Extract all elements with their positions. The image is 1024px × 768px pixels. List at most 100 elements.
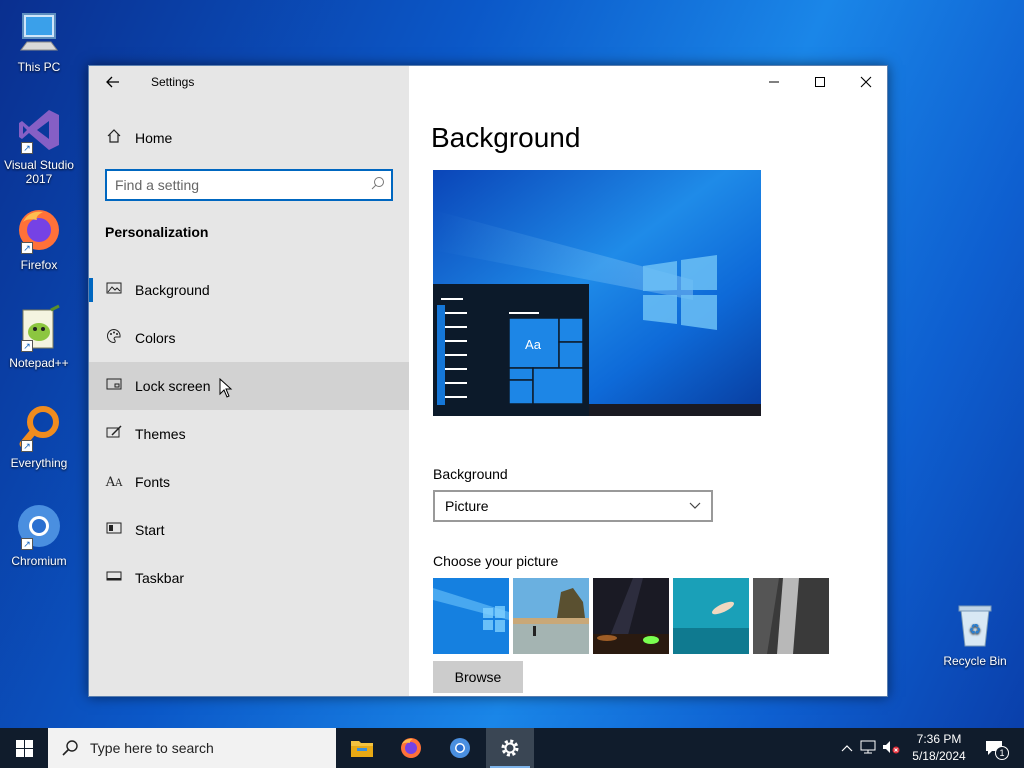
taskbar-file-explorer[interactable] [338, 728, 386, 768]
back-arrow-icon [106, 76, 119, 88]
home-label: Home [135, 130, 173, 146]
notepad-plus-plus-icon: ↗ [15, 304, 63, 352]
chevron-down-icon [689, 502, 701, 509]
thumbnail-beach-rocks[interactable] [513, 578, 589, 654]
desktop-icon-chromium[interactable]: ↗ Chromium [4, 502, 74, 568]
taskbar: Type here to search 7:36 PM 5/18/2024 1 [0, 728, 1024, 768]
volume-muted-icon[interactable] [880, 740, 902, 757]
folder-icon [351, 741, 373, 757]
dropdown-value: Picture [445, 498, 489, 514]
home-icon [89, 128, 135, 148]
sidebar-item-fonts[interactable]: AA Fonts [89, 458, 409, 506]
sidebar-item-label: Start [135, 522, 165, 538]
firefox-icon: ↗ [15, 206, 63, 254]
sidebar-item-start[interactable]: Start [89, 506, 409, 554]
sidebar-item-label: Lock screen [135, 378, 211, 394]
themes-icon [89, 424, 135, 444]
sidebar-item-background[interactable]: Background [89, 266, 409, 314]
section-title: Personalization [105, 224, 209, 240]
minimize-icon [769, 81, 779, 83]
shortcut-arrow-icon: ↗ [21, 242, 33, 254]
lock-screen-icon [89, 376, 135, 396]
shortcut-arrow-icon: ↗ [21, 142, 33, 154]
sidebar-item-label: Background [135, 282, 210, 298]
desktop-icon-label: Everything [10, 456, 68, 470]
settings-content: Background Aa Background Picture Choose … [409, 66, 889, 696]
thumbnail-windows-default[interactable] [433, 578, 509, 654]
sidebar-item-taskbar[interactable]: Taskbar [89, 554, 409, 602]
clock-date: 5/18/2024 [912, 749, 966, 763]
desktop-icon-visual-studio[interactable]: ↗ Visual Studio 2017 [4, 106, 74, 186]
taskbar-settings[interactable] [486, 728, 534, 768]
mouse-cursor-icon [219, 378, 233, 398]
browse-button[interactable]: Browse [433, 661, 523, 693]
taskbar-clock[interactable]: 7:36 PM 5/18/2024 [906, 731, 972, 765]
sidebar-item-colors[interactable]: Colors [89, 314, 409, 362]
shortcut-arrow-icon: ↗ [21, 340, 33, 352]
desktop-icon-label: Chromium [11, 554, 67, 568]
windows-logo-icon [15, 739, 33, 757]
palette-icon [89, 328, 135, 348]
desktop-icon-firefox[interactable]: ↗ Firefox [4, 206, 74, 272]
fonts-icon: AA [105, 474, 123, 490]
desktop-icon-label: Visual Studio 2017 [4, 158, 74, 186]
settings-sidebar: Settings Home Personalization Background [89, 66, 409, 696]
choose-picture-label: Choose your picture [433, 553, 559, 569]
desktop-icon-this-pc[interactable]: This PC [4, 8, 74, 74]
sidebar-item-lock-screen[interactable]: Lock screen [89, 362, 409, 410]
sidebar-item-home[interactable]: Home [89, 122, 409, 154]
back-button[interactable] [89, 66, 137, 98]
thumbnail-night-sky[interactable] [593, 578, 669, 654]
taskbar-search-box[interactable]: Type here to search [48, 728, 336, 768]
background-label: Background [433, 466, 508, 482]
personalization-nav: Background Colors Lock screen Themes AA … [89, 266, 409, 602]
firefox-icon [401, 738, 421, 758]
desktop-icon-recycle-bin[interactable]: ♻ Recycle Bin [940, 602, 1010, 668]
chromium-icon: ↗ [15, 502, 63, 550]
shortcut-arrow-icon: ↗ [21, 538, 33, 550]
system-tray [838, 728, 902, 768]
picture-icon [89, 280, 135, 300]
desktop-icon-notepad-plus-plus[interactable]: ↗ Notepad++ [4, 304, 74, 370]
gear-icon [501, 739, 519, 757]
start-icon [89, 520, 135, 540]
notification-count-badge: 1 [995, 746, 1009, 760]
computer-icon [15, 8, 63, 56]
maximize-button[interactable] [797, 66, 843, 98]
sidebar-item-label: Colors [135, 330, 176, 346]
desktop-icon-everything[interactable]: ↗ Everything [4, 404, 74, 470]
desktop-icon-label: Recycle Bin [943, 654, 1007, 668]
desktop-icon-label: Notepad++ [9, 356, 69, 370]
background-preview: Aa [433, 170, 761, 416]
chromium-icon [450, 738, 470, 758]
close-button[interactable] [843, 66, 889, 98]
search-input[interactable] [107, 171, 365, 199]
taskbar-chromium[interactable] [436, 728, 484, 768]
magnifier-app-icon: ↗ [15, 404, 63, 452]
thumbnail-rock-waterfall[interactable] [753, 578, 829, 654]
taskbar-firefox[interactable] [387, 728, 435, 768]
chevron-up-icon[interactable] [838, 741, 856, 755]
start-button[interactable] [0, 728, 48, 768]
action-center-button[interactable]: 1 [980, 728, 1009, 768]
window-title: Settings [151, 75, 195, 89]
thumbnail-underwater-swimmer[interactable] [673, 578, 749, 654]
page-title: Background [431, 122, 581, 153]
desktop-icon-label: This PC [17, 60, 61, 74]
shortcut-arrow-icon: ↗ [21, 440, 33, 452]
maximize-icon [815, 77, 825, 87]
background-type-dropdown[interactable]: Picture [433, 490, 713, 522]
network-icon[interactable] [856, 740, 880, 757]
sidebar-item-label: Taskbar [135, 570, 185, 586]
notification-icon: 1 [985, 740, 1009, 760]
search-icon [62, 740, 78, 756]
title-bar: Settings [89, 66, 409, 98]
settings-window: Settings Home Personalization Background [88, 65, 888, 697]
find-setting-search[interactable] [105, 169, 393, 201]
desktop-icon-label: Firefox [20, 258, 58, 272]
minimize-button[interactable] [751, 66, 797, 98]
caption-buttons [751, 66, 889, 98]
recycle-bin-icon: ♻ [951, 602, 999, 650]
sidebar-item-themes[interactable]: Themes [89, 410, 409, 458]
picture-thumbnails [433, 578, 829, 654]
